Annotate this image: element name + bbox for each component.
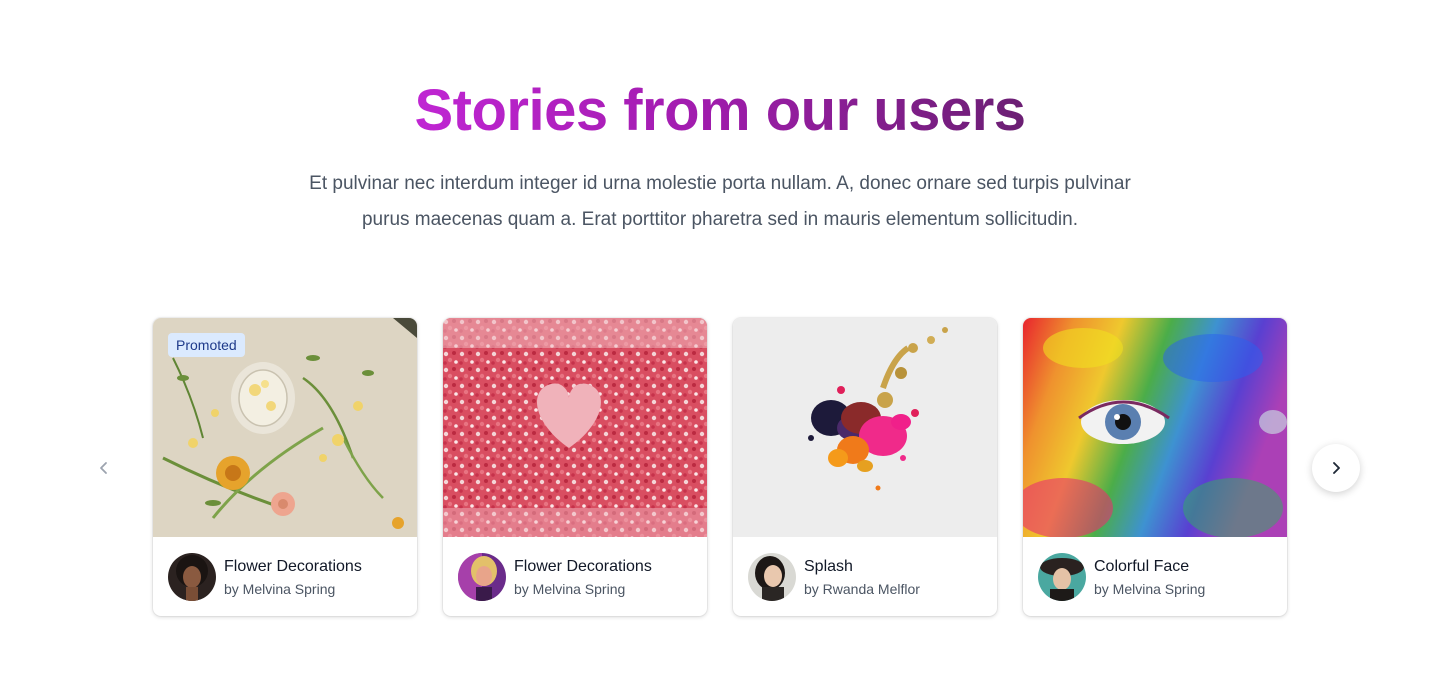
stories-carousel: Promoted Flower Decorations by Melvina S… bbox=[0, 318, 1440, 618]
carousel-prev-button[interactable] bbox=[84, 444, 124, 492]
card-title: Splash bbox=[804, 558, 853, 575]
card-author: by Melvina Spring bbox=[224, 581, 336, 597]
section-subtitle: Et pulvinar nec interdum integer id urna… bbox=[280, 166, 1160, 238]
flowers-photo: Promoted bbox=[153, 318, 417, 537]
avatar bbox=[458, 553, 506, 601]
card-title: Colorful Face bbox=[1094, 558, 1190, 575]
promoted-badge: Promoted bbox=[168, 333, 245, 357]
card-author: by Rwanda Melflor bbox=[804, 581, 920, 597]
card-footer: Colorful Face by Melvina Spring bbox=[1023, 537, 1287, 616]
chevron-right-icon bbox=[1333, 462, 1340, 474]
subtitle-line-2: purus maecenas quam a. Erat porttitor ph… bbox=[361, 209, 1078, 230]
section-title: Stories from our users bbox=[0, 76, 1440, 146]
story-card[interactable]: Promoted Flower Decorations by Melvina S… bbox=[153, 318, 417, 616]
card-title: Flower Decorations bbox=[224, 558, 362, 575]
carousel-next-button[interactable] bbox=[1312, 444, 1360, 492]
card-footer: Flower Decorations by Melvina Spring bbox=[443, 537, 707, 616]
colorful-face-photo bbox=[1023, 318, 1287, 537]
sprinkles-heart-photo bbox=[443, 318, 707, 537]
subtitle-line-1: Et pulvinar nec interdum integer id urna… bbox=[309, 173, 1131, 194]
story-card[interactable]: Colorful Face by Melvina Spring bbox=[1023, 318, 1287, 616]
card-footer: Splash by Rwanda Melflor bbox=[733, 537, 997, 616]
paint-splash-photo bbox=[733, 318, 997, 537]
story-card[interactable]: Flower Decorations by Melvina Spring bbox=[443, 318, 707, 616]
avatar bbox=[748, 553, 796, 601]
story-card[interactable]: Splash by Rwanda Melflor bbox=[733, 318, 997, 616]
card-footer: Flower Decorations by Melvina Spring bbox=[153, 537, 417, 616]
stories-section: Stories from our users Et pulvinar nec i… bbox=[0, 0, 1440, 698]
avatar bbox=[1038, 553, 1086, 601]
avatar bbox=[168, 553, 216, 601]
card-title: Flower Decorations bbox=[514, 558, 652, 575]
chevron-left-icon bbox=[100, 462, 107, 474]
card-author: by Melvina Spring bbox=[514, 581, 626, 597]
section-title-text: Stories from our users bbox=[414, 78, 1026, 143]
card-author: by Melvina Spring bbox=[1094, 581, 1206, 597]
